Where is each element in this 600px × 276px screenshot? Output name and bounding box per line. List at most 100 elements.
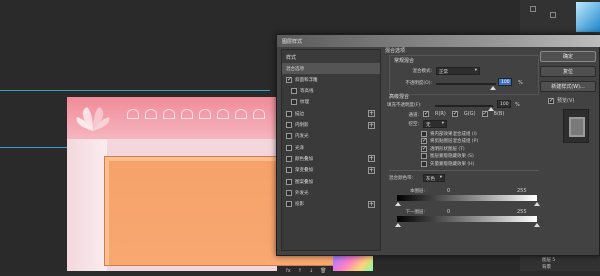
style-checkbox[interactable] <box>291 99 297 106</box>
style-item-label: 渐变叠加 <box>295 168 313 174</box>
preview-toggle[interactable]: 预览(V) <box>548 97 574 104</box>
blend-option-checkbox[interactable] <box>421 145 427 152</box>
under-layer-max: 255 <box>517 209 527 215</box>
channel-b-label: B(B) <box>493 111 505 117</box>
style-item-label: 内发光 <box>295 134 309 140</box>
style-checkbox[interactable] <box>286 178 292 185</box>
ok-button[interactable]: 确定 <box>540 51 596 62</box>
layer-row[interactable]: 图层 5 <box>542 257 555 263</box>
reset-button[interactable]: 复位 <box>540 66 596 77</box>
channel-b-checkbox[interactable] <box>481 110 488 117</box>
blend-option[interactable]: 将剪贴图层混合成组 (P) <box>421 137 551 146</box>
this-layer-gradient[interactable] <box>397 195 537 201</box>
style-item[interactable]: 颜色叠加 + <box>282 153 380 164</box>
style-item[interactable]: 描边 + <box>282 108 380 119</box>
blend-option-checkbox[interactable] <box>421 153 427 160</box>
general-blend-group: 常规混合 混合模式: 正常 ▾ 不透明度(O): 100 % <box>389 55 539 95</box>
blend-option[interactable]: 透明形状图层 (T) <box>421 145 551 153</box>
style-checkbox[interactable] <box>286 201 292 208</box>
preview-checkbox[interactable] <box>548 97 554 104</box>
style-item-label: 外发光 <box>295 190 309 196</box>
add-icon[interactable]: + <box>368 155 375 163</box>
under-layer-white-thumb[interactable] <box>534 223 540 227</box>
heart-border <box>127 109 277 127</box>
style-checkbox[interactable] <box>286 167 292 174</box>
style-checkbox[interactable] <box>286 110 292 117</box>
this-layer-black-thumb[interactable] <box>395 202 401 206</box>
style-item[interactable]: 混合选项 <box>282 63 380 74</box>
heart-icon <box>217 109 229 119</box>
style-checkbox[interactable] <box>291 88 297 95</box>
opacity-input[interactable]: 100 <box>498 78 512 86</box>
chevron-down-icon: ▾ <box>474 68 477 73</box>
blend-option[interactable]: 图层蒙版隐藏效果 (S) <box>421 153 551 161</box>
blend-options-title: 混合选项 <box>385 48 406 54</box>
blend-option-checkbox[interactable] <box>421 130 427 137</box>
style-checkbox[interactable] <box>286 155 292 162</box>
add-icon[interactable]: + <box>368 200 375 208</box>
fill-opacity-input[interactable]: 100 <box>497 100 511 108</box>
under-layer-gradient[interactable] <box>397 216 537 222</box>
heart-icon <box>127 109 139 119</box>
layers-panel-rows[interactable]: 图层 5 背景 <box>520 256 600 271</box>
opacity-slider[interactable] <box>436 83 496 85</box>
fill-opacity-slider[interactable] <box>435 105 493 107</box>
this-layer-white-thumb[interactable] <box>534 202 540 206</box>
style-checkbox[interactable] <box>286 133 292 140</box>
style-footer-icon[interactable]: 🗑 <box>320 268 326 276</box>
style-checkbox[interactable] <box>286 189 292 196</box>
add-icon[interactable]: + <box>368 110 375 118</box>
blend-if-select[interactable]: 灰色 ▾ <box>423 174 445 182</box>
color-panel[interactable] <box>520 0 600 34</box>
fill-opacity-label: 填充不透明度(F): <box>387 103 422 108</box>
style-item[interactable]: 渐变叠加 + <box>282 165 380 176</box>
doc-header-band <box>67 97 277 139</box>
dialog-title[interactable]: 图层样式 <box>277 35 600 47</box>
style-item[interactable]: 投影 + <box>282 199 380 210</box>
style-item-label: 图案叠加 <box>295 179 313 185</box>
style-item[interactable]: 内阴影 + <box>282 120 380 131</box>
style-item[interactable]: 光泽 <box>282 142 380 153</box>
style-item[interactable]: 斜面和浮雕 <box>282 74 380 85</box>
style-item[interactable]: 图案叠加 <box>282 176 380 187</box>
layer-row[interactable]: 背景 <box>542 264 551 270</box>
style-checkbox[interactable] <box>286 144 292 151</box>
new-style-button[interactable]: 新建样式(W)... <box>540 81 596 92</box>
blend-option[interactable]: 矢量蒙版隐藏效果 (H) <box>421 160 551 168</box>
under-layer-black-thumb[interactable] <box>395 223 401 227</box>
style-item[interactable]: 内发光 <box>282 131 380 142</box>
opacity-unit: % <box>518 80 523 86</box>
style-footer-icon[interactable]: ↓ <box>309 268 313 276</box>
opacity-label: 不透明度(O): <box>405 81 432 86</box>
color-picker-swatch[interactable] <box>576 2 600 32</box>
style-checkbox[interactable] <box>286 122 292 128</box>
style-checkbox[interactable] <box>286 76 292 83</box>
style-item[interactable]: 纹理 <box>282 97 380 108</box>
this-layer-label: 本图层: <box>409 189 425 194</box>
blend-option-label: 将剪贴图层混合成组 (P) <box>430 139 479 145</box>
channel-g-checkbox[interactable] <box>451 110 458 117</box>
panel-icon[interactable] <box>530 6 536 12</box>
style-item-label: 斜面和浮雕 <box>295 77 318 83</box>
panel-icon[interactable] <box>550 12 556 18</box>
style-list: 样式 混合选项斜面和浮雕等高线纹理描边 + 内阴影 + 内发光光泽颜色叠加 + 渐变叠加 + 图… <box>281 49 381 251</box>
add-icon[interactable]: + <box>368 121 375 129</box>
opacity-slider-thumb[interactable] <box>490 86 496 90</box>
style-footer-icon[interactable]: fx <box>286 268 291 276</box>
channel-r-label: R(R) <box>435 111 446 117</box>
add-icon[interactable]: + <box>368 166 375 174</box>
fill-opacity-unit: % <box>515 102 520 108</box>
blend-option-checkbox[interactable] <box>421 160 427 167</box>
blend-option-label: 将内部效果混合成组 (I) <box>430 131 477 137</box>
style-item-label: 投影 <box>295 202 304 208</box>
style-footer-icon[interactable]: ↑ <box>298 268 302 276</box>
knockout-select[interactable]: 无 ▾ <box>423 120 447 128</box>
general-blend-title: 常规混合 <box>394 58 415 64</box>
blend-option[interactable]: 将内部效果混合成组 (I) <box>421 130 551 138</box>
blend-option-checkbox[interactable] <box>421 137 427 145</box>
blend-mode-select[interactable]: 正常 ▾ <box>436 67 480 75</box>
channel-r-checkbox[interactable] <box>423 110 429 117</box>
style-item[interactable]: 外发光 <box>282 187 380 198</box>
style-item[interactable]: 等高线 <box>282 86 380 97</box>
blend-if-value: 灰色 <box>426 177 435 182</box>
